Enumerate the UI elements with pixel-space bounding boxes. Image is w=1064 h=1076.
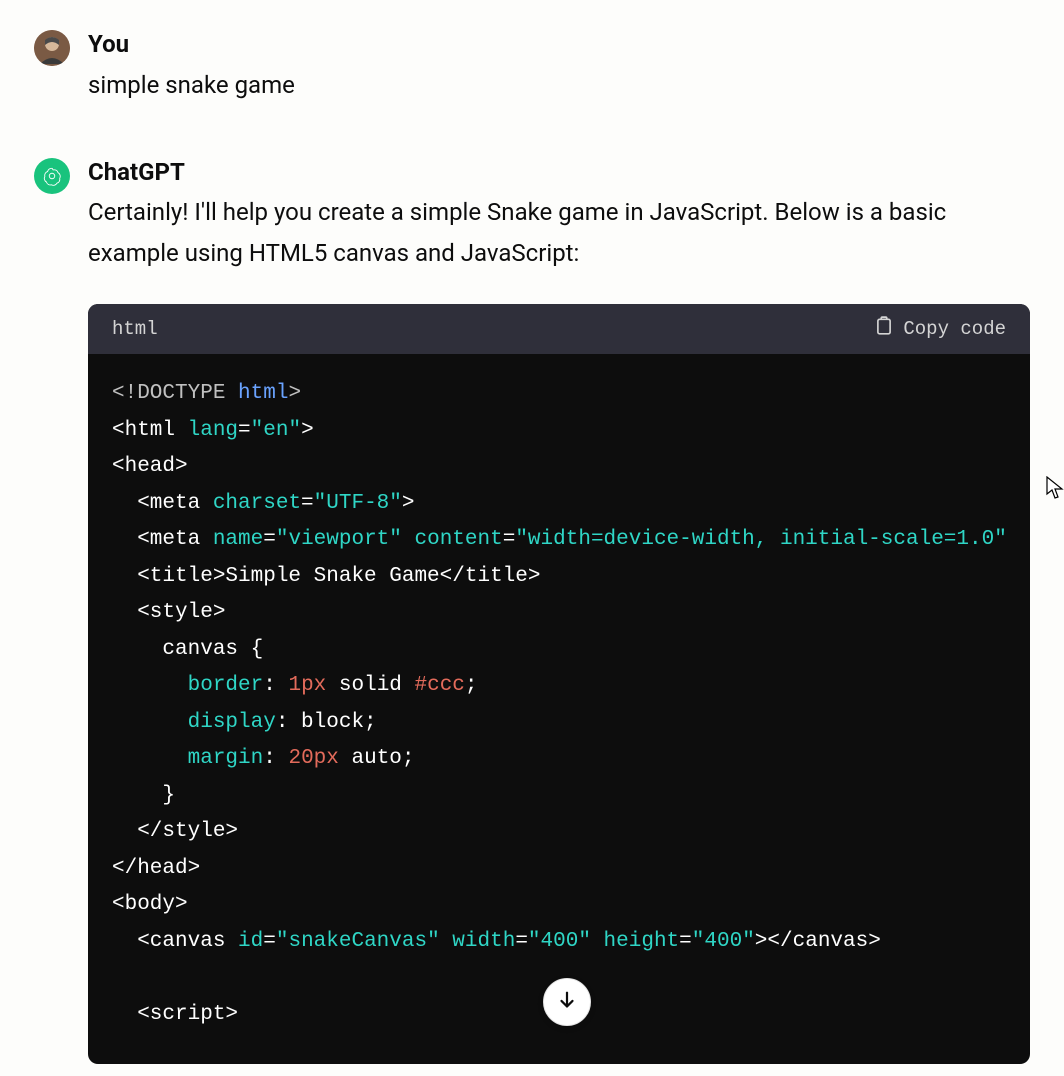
- code-body[interactable]: <!DOCTYPE html> <html lang="en"> <head> …: [88, 354, 1030, 1064]
- code-header: html Copy code: [88, 304, 1030, 354]
- copy-code-button[interactable]: Copy code: [875, 316, 1006, 342]
- clipboard-icon: [875, 316, 893, 342]
- scroll-to-bottom-button[interactable]: [543, 978, 591, 1026]
- user-message-text: simple snake game: [88, 65, 1030, 106]
- code-block: html Copy code <!DOCTYPE html> <html lan…: [88, 304, 1030, 1064]
- copy-code-label: Copy code: [903, 318, 1006, 340]
- user-message: You simple snake game: [34, 30, 1030, 106]
- arrow-down-icon: [556, 989, 578, 1015]
- code-language-label: html: [112, 318, 158, 340]
- assistant-message-text: Certainly! I'll help you create a simple…: [88, 192, 1030, 274]
- user-sender-label: You: [88, 30, 1030, 59]
- assistant-message: ChatGPT Certainly! I'll help you create …: [34, 158, 1030, 1064]
- assistant-sender-label: ChatGPT: [88, 158, 1030, 187]
- user-avatar: [34, 30, 70, 66]
- assistant-avatar: [34, 158, 70, 194]
